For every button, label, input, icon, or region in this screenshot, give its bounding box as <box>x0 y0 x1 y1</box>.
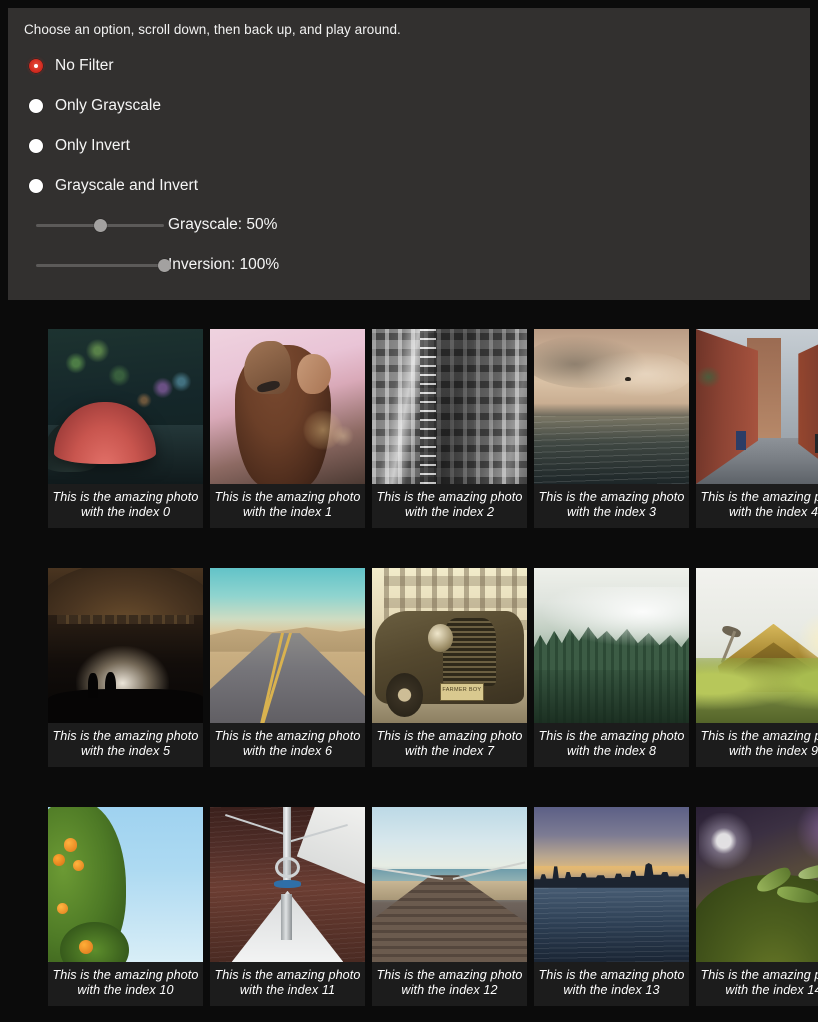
license-plate: FARMER BOY <box>440 682 484 702</box>
photo-thumbnail-3[interactable] <box>534 329 689 484</box>
photo-caption: This is the amazing photo with the index… <box>214 729 361 758</box>
photo-caption: This is the amazing photo with the index… <box>214 968 361 997</box>
photo-card[interactable]: This is the amazing photo with the index… <box>696 568 818 767</box>
radio-label-grayscale-and-invert: Grayscale and Invert <box>55 177 199 194</box>
photo-caption: This is the amazing photo with the index… <box>376 968 523 997</box>
instructions-text: Choose an option, scroll down, then back… <box>24 22 401 37</box>
photo-card[interactable]: This is the amazing photo with the index… <box>372 329 527 528</box>
photo-thumbnail-6[interactable] <box>210 568 365 723</box>
photo-card[interactable]: This is the amazing photo with the index… <box>696 329 818 528</box>
photo-card[interactable]: This is the amazing photo with the index… <box>534 807 689 1006</box>
grayscale-slider-row: Grayscale: 50% <box>24 214 794 236</box>
filter-controls-panel: Choose an option, scroll down, then back… <box>8 8 810 300</box>
radio-button-no-filter[interactable] <box>29 59 43 73</box>
photo-caption: This is the amazing photo with the index… <box>538 968 685 997</box>
radio-option-only-invert[interactable]: Only Invert <box>24 134 130 158</box>
photo-thumbnail-13[interactable] <box>534 807 689 962</box>
grayscale-slider-label: Grayscale: 50% <box>168 216 278 233</box>
radio-label-only-grayscale: Only Grayscale <box>55 97 161 114</box>
photo-card[interactable]: This is the amazing photo with the index… <box>534 568 689 767</box>
radio-button-only-invert[interactable] <box>29 139 43 153</box>
photo-caption: This is the amazing photo with the index… <box>700 968 818 997</box>
photo-thumbnail-10[interactable] <box>48 807 203 962</box>
radio-button-only-grayscale[interactable] <box>29 99 43 113</box>
photo-card[interactable]: This is the amazing photo with the index… <box>534 329 689 528</box>
photo-card[interactable]: This is the amazing photo with the index… <box>48 329 203 528</box>
photo-caption: This is the amazing photo with the index… <box>538 490 685 519</box>
photo-card[interactable]: This is the amazing photo with the index… <box>210 807 365 1006</box>
photo-card[interactable]: This is the amazing photo with the index… <box>48 807 203 1006</box>
radio-option-only-grayscale[interactable]: Only Grayscale <box>24 94 161 118</box>
photo-card[interactable]: FARMER BOY This is the amazing photo wit… <box>372 568 527 767</box>
grayscale-slider-thumb[interactable] <box>93 218 107 232</box>
photo-thumbnail-4[interactable] <box>696 329 818 484</box>
photo-thumbnail-0[interactable] <box>48 329 203 484</box>
photo-gallery: This is the amazing photo with the index… <box>8 313 818 1022</box>
photo-thumbnail-11[interactable] <box>210 807 365 962</box>
photo-card[interactable]: This is the amazing photo with the index… <box>696 807 818 1006</box>
photo-caption: This is the amazing photo with the index… <box>538 729 685 758</box>
photo-thumbnail-1[interactable] <box>210 329 365 484</box>
inversion-slider-thumb[interactable] <box>157 258 171 272</box>
photo-caption: This is the amazing photo with the index… <box>700 729 818 758</box>
photo-caption: This is the amazing photo with the index… <box>52 490 199 519</box>
inversion-slider-label: Inversion: 100% <box>168 256 280 273</box>
photo-caption: This is the amazing photo with the index… <box>52 968 199 997</box>
photo-card[interactable]: This is the amazing photo with the index… <box>210 568 365 767</box>
photo-caption: This is the amazing photo with the index… <box>700 490 818 519</box>
radio-button-grayscale-and-invert[interactable] <box>29 179 43 193</box>
radio-label-only-invert: Only Invert <box>55 137 130 154</box>
grayscale-slider[interactable] <box>36 216 164 234</box>
photo-thumbnail-5[interactable] <box>48 568 203 723</box>
radio-option-grayscale-and-invert[interactable]: Grayscale and Invert <box>24 174 198 198</box>
photo-thumbnail-9[interactable] <box>696 568 818 723</box>
photo-card[interactable]: This is the amazing photo with the index… <box>210 329 365 528</box>
inversion-slider[interactable] <box>36 256 171 274</box>
photo-thumbnail-8[interactable] <box>534 568 689 723</box>
photo-thumbnail-14[interactable] <box>696 807 818 962</box>
photo-caption: This is the amazing photo with the index… <box>214 490 361 519</box>
photo-caption: This is the amazing photo with the index… <box>52 729 199 758</box>
photo-card[interactable]: This is the amazing photo with the index… <box>372 807 527 1006</box>
license-plate-text: FARMER BOY <box>442 686 482 693</box>
photo-thumbnail-2[interactable] <box>372 329 527 484</box>
photo-thumbnail-7[interactable]: FARMER BOY <box>372 568 527 723</box>
photo-thumbnail-12[interactable] <box>372 807 527 962</box>
inversion-slider-track[interactable] <box>36 263 164 267</box>
radio-label-no-filter: No Filter <box>55 57 114 74</box>
radio-option-no-filter[interactable]: No Filter <box>24 54 114 78</box>
photo-caption: This is the amazing photo with the index… <box>376 490 523 519</box>
inversion-slider-row: Inversion: 100% <box>24 254 794 276</box>
photo-caption: This is the amazing photo with the index… <box>376 729 523 758</box>
photo-card[interactable]: This is the amazing photo with the index… <box>48 568 203 767</box>
